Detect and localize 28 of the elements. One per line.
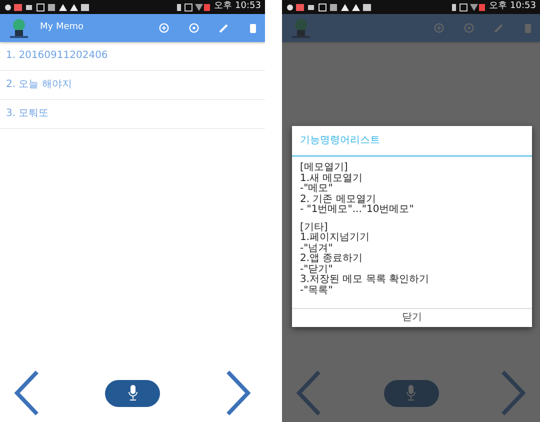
status-icons-drawing [176,2,210,12]
command-line: - "1번메모"..."10번메모" [300,205,415,216]
command-line: -"목록" [300,286,334,296]
logo-icon [8,17,30,39]
mic-button[interactable] [105,380,160,406]
app-title: My Memo [40,21,84,34]
status-time: 오후 10:53 [214,0,261,14]
command-line: 2. 기존 메모열기 [300,194,377,204]
command-line: 2.앱 종료하기 [300,254,364,264]
command-line: -"넘겨" [300,244,334,254]
status-time: 오후 10:53 [489,0,536,14]
add-icon[interactable] [159,23,169,33]
trash-icon[interactable] [249,23,257,33]
command-line: -"메모" [300,184,334,194]
command-line: 1.페이지넘기기 [300,233,371,244]
command-line: 1.새 메모열기 [300,174,364,184]
status-icons-drawing [451,2,486,12]
command-line: -"닫기" [300,264,334,274]
command-line: 3.저장된 메모 목록 확인하기 [300,275,430,286]
microphone-icon [128,385,138,401]
section-heading: [메모열기] [300,163,349,174]
memo-item[interactable]: 2. 오늘 해야지 [0,71,265,100]
memo-item[interactable]: 1. 20160911202406 [0,42,265,71]
memo-item[interactable]: 3. 모퉈또 [0,100,265,129]
pencil-icon[interactable] [219,23,229,33]
close-button[interactable]: 닫기 [292,308,532,327]
dialog-title: 기능명령어리스트 [292,126,532,157]
section-heading: [기타] [300,222,329,232]
